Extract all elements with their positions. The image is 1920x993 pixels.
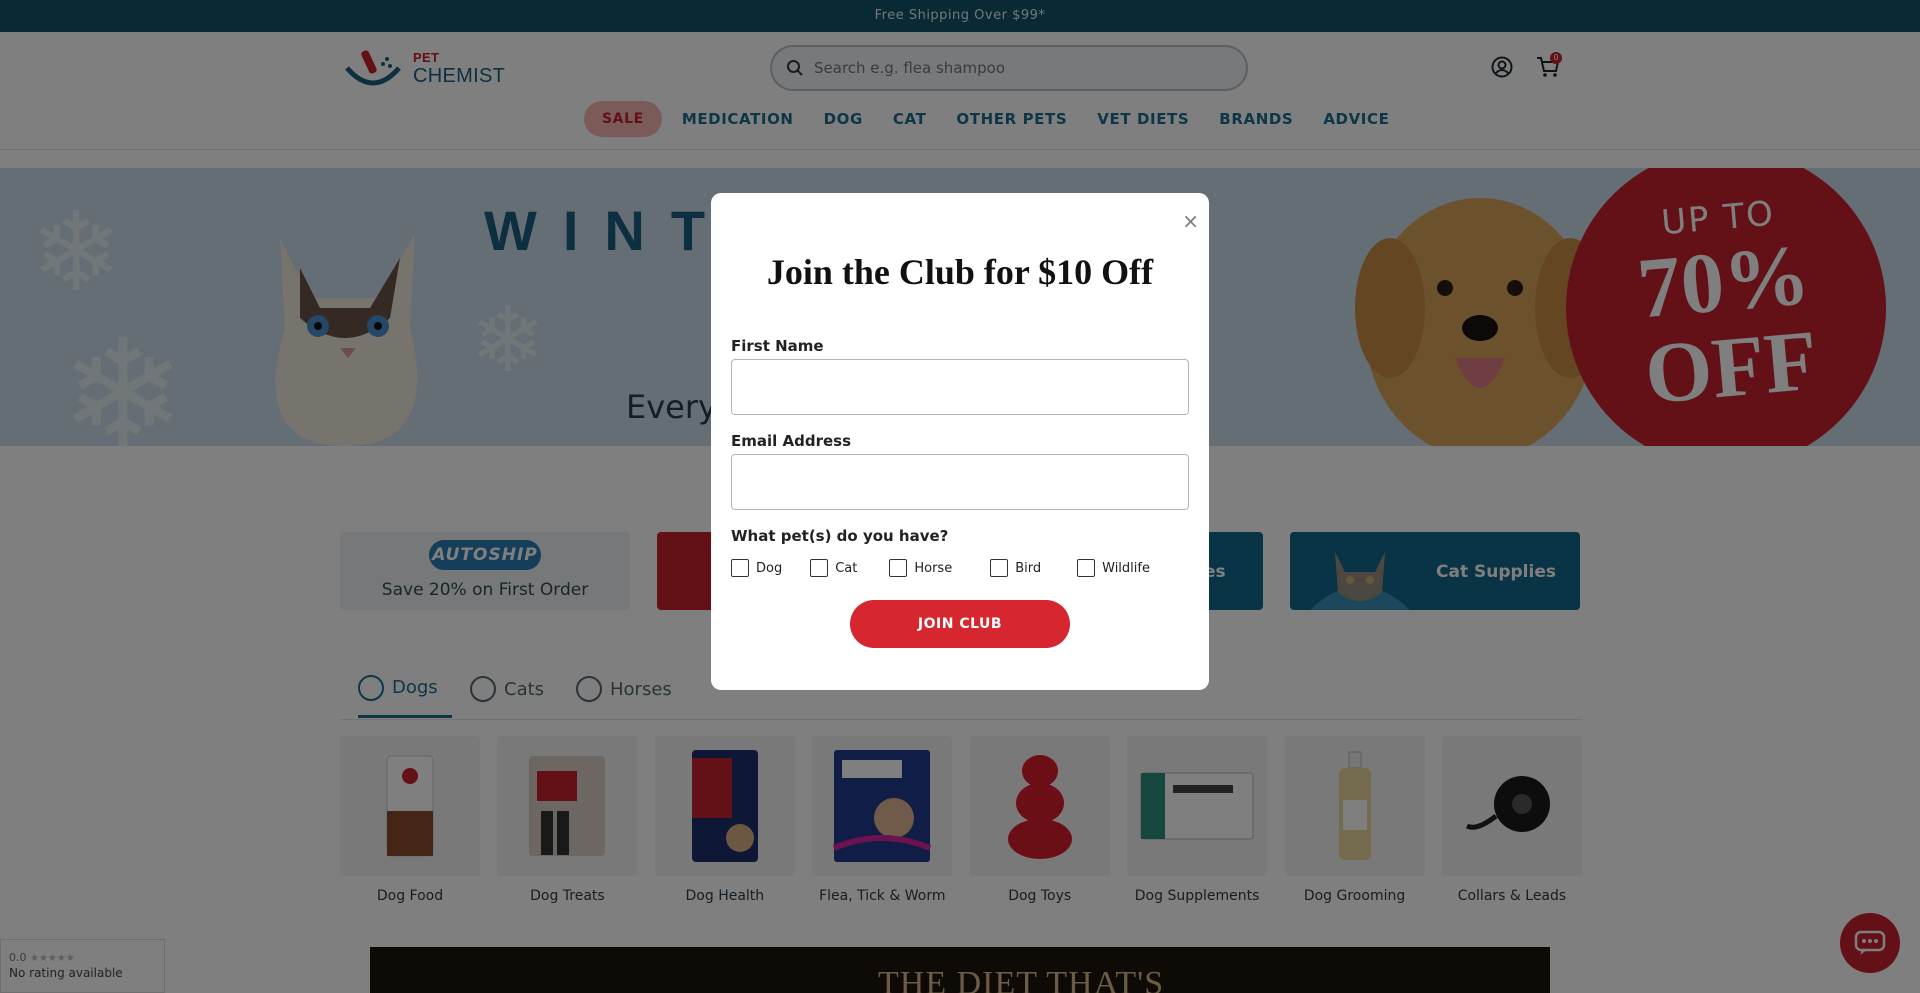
pet-checkbox-group: Dog Cat Horse Bird Wildlife bbox=[731, 559, 1150, 577]
pet-option-label: Cat bbox=[835, 560, 858, 576]
pet-option-cat[interactable]: Cat bbox=[810, 559, 857, 577]
checkbox-horse[interactable] bbox=[889, 559, 908, 577]
checkbox-bird[interactable] bbox=[990, 559, 1009, 577]
checkbox-cat[interactable] bbox=[810, 559, 829, 577]
first-name-field[interactable] bbox=[731, 359, 1189, 415]
pet-option-bird[interactable]: Bird bbox=[990, 559, 1041, 577]
email-label: Email Address bbox=[731, 432, 852, 450]
checkbox-dog[interactable] bbox=[731, 559, 749, 577]
join-club-modal: × Join the Club for $10 Off First Name E… bbox=[711, 193, 1209, 690]
close-icon[interactable]: × bbox=[1182, 211, 1199, 231]
pet-option-label: Dog bbox=[756, 560, 783, 576]
pet-option-dog[interactable]: Dog bbox=[731, 559, 782, 577]
pet-option-wildlife[interactable]: Wildlife bbox=[1077, 559, 1150, 577]
pet-option-label: Horse bbox=[914, 560, 953, 576]
pets-question: What pet(s) do you have? bbox=[731, 527, 949, 545]
join-club-button[interactable]: JOIN CLUB bbox=[850, 600, 1070, 648]
modal-title: Join the Club for $10 Off bbox=[766, 252, 1154, 292]
first-name-label: First Name bbox=[731, 337, 824, 355]
email-field[interactable] bbox=[731, 454, 1189, 510]
pet-option-label: Wildlife bbox=[1102, 560, 1150, 576]
checkbox-wildlife[interactable] bbox=[1077, 559, 1096, 577]
pet-option-horse[interactable]: Horse bbox=[889, 559, 952, 577]
pet-option-label: Bird bbox=[1015, 560, 1042, 576]
